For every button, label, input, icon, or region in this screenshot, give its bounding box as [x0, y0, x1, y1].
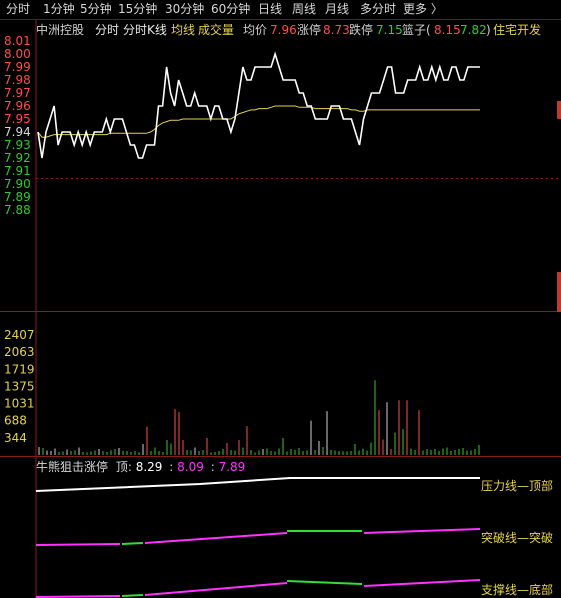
tab-15min[interactable]: 15分钟	[118, 1, 157, 18]
limit-down-label: 跌停	[349, 23, 374, 37]
price-tick-label: 7.98	[4, 73, 31, 87]
chart-info-bar: 中洲控股 分时 分时K线 均线 成交量 均价 7.96 涨停 8.73 跌停 7…	[0, 21, 561, 39]
breakout-line	[144, 532, 288, 544]
tab-multi-intraday[interactable]: 多分时	[360, 1, 396, 18]
price-tick-label: 7.89	[4, 190, 31, 204]
price-tick-label: 7.90	[4, 177, 31, 191]
limit-down-value: 7.15	[376, 23, 403, 37]
indicator-mid-value: 8.09	[177, 460, 204, 474]
volume-axis-labels: 2407 2063 1719 1375 1031 688 344	[4, 328, 35, 445]
price-tick-label: 7.93	[4, 138, 31, 152]
price-series	[37, 51, 480, 159]
price-tick-label: 7.96	[4, 99, 31, 113]
breakout-line	[363, 528, 481, 534]
indicator-name[interactable]: 牛熊狙击涨停	[36, 460, 108, 474]
basket-label: 篮子(	[402, 23, 431, 37]
volume-toggle[interactable]: 成交量	[198, 21, 234, 39]
stock-name: 中洲控股	[36, 23, 85, 37]
price-tick-label: 7.95	[4, 112, 31, 126]
price-tick-label: 7.97	[4, 86, 31, 100]
sector-link[interactable]: 住宅开发	[493, 21, 541, 39]
pressure-line	[35, 477, 480, 492]
indicator-low-value: 7.89	[218, 460, 246, 474]
support-line	[35, 595, 121, 598]
basket-value-2: 7.82	[460, 23, 487, 37]
volume-tick-label: 344	[4, 431, 27, 445]
support-line-label: 支撑线—底部	[481, 583, 554, 597]
volume-tick-label: 1719	[4, 362, 35, 376]
volume-bars	[38, 380, 480, 455]
breakout-line	[35, 543, 121, 546]
volume-tick-label: 1375	[4, 379, 35, 393]
tab-intraday[interactable]: 分时	[6, 1, 30, 18]
tab-monthly[interactable]: 月线	[325, 1, 349, 18]
avg-price-value: 7.96	[270, 23, 297, 37]
price-tick-label: 7.99	[4, 60, 31, 74]
support-line	[286, 580, 363, 585]
price-tick-label: 7.88	[4, 203, 31, 217]
tab-daily[interactable]: 日线	[258, 1, 282, 18]
price-tick-label: 7.92	[4, 151, 31, 165]
tab-60min[interactable]: 60分钟	[211, 1, 250, 18]
indicator-top-label: 顶:	[115, 460, 132, 474]
tab-1min[interactable]: 1分钟	[43, 1, 75, 18]
indicator-sep-2: :	[210, 460, 215, 474]
support-line	[363, 579, 481, 587]
tab-more[interactable]: 更多 〉	[403, 1, 443, 18]
period-tab-bar: 分时 1分钟 5分钟 15分钟 30分钟 60分钟 日线 周线 月线 多分时 更…	[0, 0, 561, 19]
avg-line-toggle[interactable]: 均线	[171, 21, 195, 39]
volume-tick-label: 688	[4, 414, 27, 428]
indicator-sep-1: :	[169, 460, 174, 474]
avg-price-label: 均价	[243, 23, 268, 37]
support-line	[121, 594, 144, 597]
price-tick-label: 8.00	[4, 47, 31, 61]
mode-intraday[interactable]: 分时	[95, 21, 119, 39]
limit-up-label: 涨停	[297, 23, 322, 37]
volume-tick-label: 2063	[4, 345, 35, 359]
basket-close: )	[486, 23, 491, 37]
avg-price-line	[37, 105, 480, 138]
side-scroll-marker-bottom[interactable]	[557, 272, 561, 312]
breakout-line	[121, 542, 144, 545]
side-scroll-marker-top[interactable]	[557, 101, 561, 119]
price-tick-label: 7.91	[4, 164, 31, 178]
support-line	[144, 582, 288, 596]
mode-intraday-kline[interactable]: 分时K线	[123, 21, 167, 39]
breakout-line-label: 突破线—突破	[481, 531, 554, 545]
price-axis-labels: 8.018.007.997.987.977.967.957.947.937.92…	[4, 34, 31, 217]
pressure-line-label: 压力线—顶部	[481, 479, 554, 493]
indicator-lines	[35, 477, 481, 598]
volume-tick-label: 2407	[4, 328, 35, 342]
indicator-header: 牛熊狙击涨停 顶: 8.29 : 8.09 : 7.89	[36, 459, 245, 475]
price-line	[37, 51, 480, 159]
tab-30min[interactable]: 30分钟	[165, 1, 204, 18]
limit-up-value: 8.73	[323, 23, 350, 37]
price-tick-label: 7.94	[4, 125, 31, 139]
volume-tick-label: 1031	[4, 397, 35, 411]
tab-5min[interactable]: 5分钟	[80, 1, 112, 18]
tab-weekly[interactable]: 周线	[292, 1, 316, 18]
indicator-top-value: 8.29	[135, 460, 163, 474]
basket-value-1: 8.15	[434, 23, 461, 37]
chart-canvas: 8.018.007.997.987.977.967.957.947.937.92…	[0, 19, 561, 598]
